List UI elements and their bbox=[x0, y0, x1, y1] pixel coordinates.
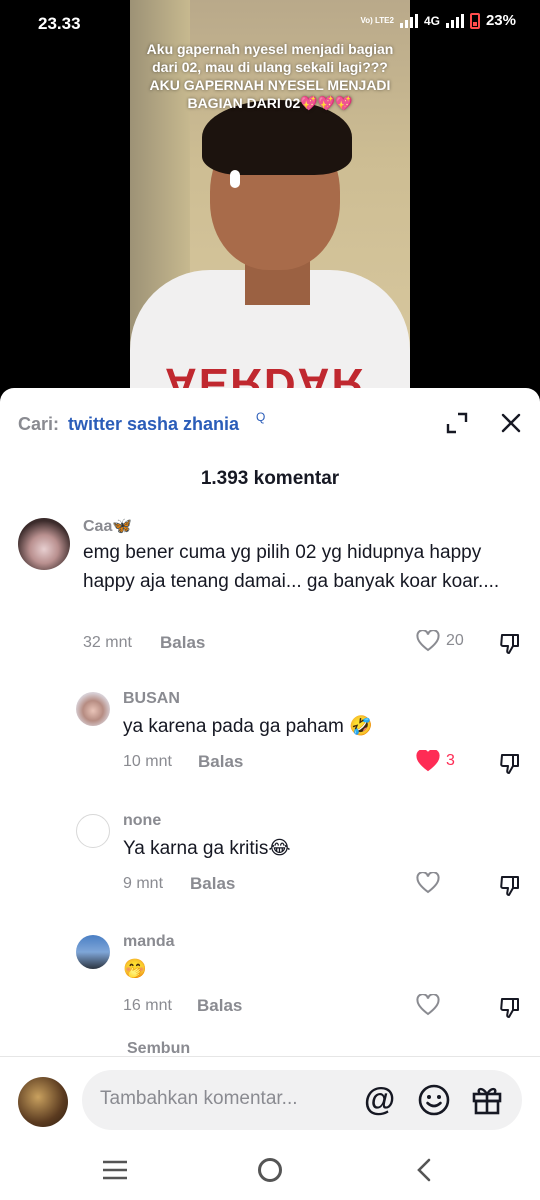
heart-icon bbox=[416, 630, 440, 652]
search-icon: Q bbox=[256, 410, 266, 424]
avatar[interactable] bbox=[76, 935, 110, 969]
video-player[interactable]: AERDAR Aku gapernah nyesel menjadi bagia… bbox=[130, 0, 410, 400]
avatar[interactable] bbox=[76, 814, 110, 848]
my-avatar[interactable] bbox=[18, 1077, 68, 1127]
search-prefix: Cari: bbox=[18, 414, 60, 434]
like-button[interactable]: 20 bbox=[416, 630, 464, 652]
recent-apps-icon[interactable] bbox=[102, 1160, 128, 1180]
reply-button[interactable]: Balas bbox=[190, 874, 235, 894]
comment-input-pill[interactable]: @ bbox=[82, 1070, 522, 1130]
reply-button[interactable]: Balas bbox=[198, 752, 243, 772]
heart-icon bbox=[416, 872, 440, 894]
earbud bbox=[230, 170, 240, 188]
comment-username[interactable]: manda bbox=[123, 933, 175, 951]
comment-text: Ya karna ga kritis😂 bbox=[123, 838, 291, 859]
mention-icon[interactable]: @ bbox=[364, 1082, 395, 1116]
like-button[interactable]: 3 bbox=[416, 750, 455, 772]
expand-icon[interactable] bbox=[446, 412, 468, 434]
search-term-link[interactable]: twitter sasha zhania bbox=[68, 414, 239, 435]
comment-count: 1.393 komentar bbox=[200, 468, 340, 489]
comment-time: 16 mnt bbox=[123, 997, 172, 1014]
comment-time: 32 mnt bbox=[83, 634, 132, 651]
comment-text: 🤭 bbox=[123, 959, 147, 980]
reply-button[interactable]: Balas bbox=[197, 996, 242, 1016]
comment-text: emg bener cuma yg pilih 02 yg hidupnya h… bbox=[83, 542, 500, 592]
avatar[interactable] bbox=[76, 692, 110, 726]
heart-icon bbox=[416, 994, 440, 1016]
comment-input[interactable] bbox=[100, 1088, 340, 1110]
comment-time: 9 mnt bbox=[123, 875, 164, 892]
video-caption: Aku gapernah nyesel menjadi bagian dari … bbox=[146, 41, 394, 111]
dislike-icon[interactable] bbox=[498, 996, 522, 1020]
comment-username[interactable]: none bbox=[123, 812, 161, 830]
battery-icon bbox=[469, 12, 480, 29]
dislike-icon[interactable] bbox=[498, 752, 522, 776]
reply-button[interactable]: Balas bbox=[160, 633, 205, 653]
network-type: 4G bbox=[423, 13, 440, 28]
home-icon[interactable] bbox=[258, 1158, 282, 1182]
like-button[interactable] bbox=[416, 872, 446, 894]
status-icons: Vo) LTE2 4G 23% bbox=[360, 12, 516, 29]
dislike-icon[interactable] bbox=[498, 632, 522, 656]
comment-username[interactable]: BUSAN bbox=[123, 690, 180, 708]
dislike-icon[interactable] bbox=[498, 874, 522, 898]
search-suggestion[interactable]: Cari: twitter sasha zhania Q bbox=[18, 408, 522, 438]
comment-time: 10 mnt bbox=[123, 753, 172, 770]
comment-text: ya karena pada ga paham 🤣 bbox=[123, 716, 373, 737]
back-icon[interactable] bbox=[414, 1158, 434, 1182]
system-nav-bar bbox=[0, 1142, 540, 1200]
like-count: 3 bbox=[446, 752, 455, 769]
signal-icon-2 bbox=[445, 13, 464, 28]
comment-input-bar: @ bbox=[0, 1056, 540, 1142]
heart-filled-icon bbox=[416, 750, 440, 772]
like-button[interactable] bbox=[416, 994, 446, 1016]
status-bar: 23.33 Vo) LTE2 4G 23% bbox=[0, 0, 540, 44]
battery-level: 23% bbox=[485, 12, 516, 29]
signal-icon bbox=[399, 13, 418, 28]
comments-sheet: Cari: twitter sasha zhania Q 1.393 komen… bbox=[0, 388, 540, 1200]
avatar[interactable] bbox=[18, 518, 70, 570]
volte-indicator: Vo) LTE2 bbox=[360, 15, 394, 25]
gift-icon[interactable] bbox=[470, 1083, 504, 1117]
emoji-icon[interactable] bbox=[417, 1083, 451, 1117]
comment-username[interactable]: Caa🦋 bbox=[83, 516, 132, 536]
close-icon[interactable] bbox=[500, 412, 522, 434]
like-count: 20 bbox=[446, 632, 464, 649]
status-time: 23.33 bbox=[38, 14, 81, 33]
